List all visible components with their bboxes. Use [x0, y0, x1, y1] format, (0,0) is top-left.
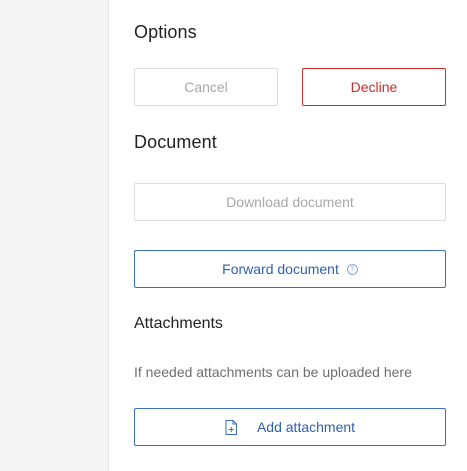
cancel-button[interactable]: Cancel: [134, 68, 278, 106]
download-document-button[interactable]: Download document: [134, 183, 446, 221]
add-attachment-button[interactable]: Add attachment: [134, 408, 446, 446]
attachments-hint: If needed attachments can be uploaded he…: [134, 364, 412, 380]
forward-document-button[interactable]: Forward document ?: [134, 250, 446, 288]
question-circle-icon[interactable]: ?: [346, 263, 358, 275]
pane-divider: [108, 0, 109, 471]
file-plus-icon: [225, 419, 237, 435]
decline-button-label: Decline: [350, 79, 398, 95]
forward-document-label: Forward document: [222, 261, 339, 277]
side-panel: Options Cancel Decline Document Download…: [134, 0, 446, 471]
download-document-label: Download document: [226, 194, 354, 210]
options-title: Options: [134, 22, 197, 42]
document-title: Document: [134, 132, 217, 152]
cancel-button-label: Cancel: [184, 79, 228, 95]
decline-button[interactable]: Decline: [302, 68, 446, 106]
attachments-title: Attachments: [134, 315, 223, 332]
left-pane-background: [0, 0, 108, 471]
add-attachment-label: Add attachment: [256, 419, 356, 435]
